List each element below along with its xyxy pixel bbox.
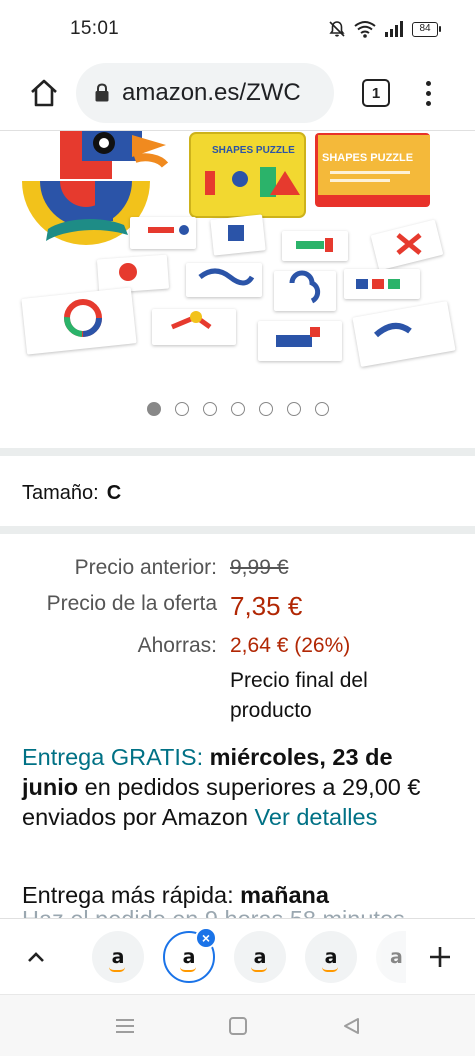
fast-delivery-label: Entrega más rápida: <box>22 882 234 908</box>
card-shapes <box>64 225 422 347</box>
tab-thumbnail-selected[interactable]: a × <box>163 927 217 983</box>
amazon-icon: a <box>179 947 196 972</box>
status-icons: 84 <box>328 20 441 38</box>
signal-icon <box>385 21 403 37</box>
recents-icon[interactable] <box>112 1013 138 1039</box>
home-icon <box>31 79 57 107</box>
free-delivery-label: Entrega GRATIS: <box>22 744 204 770</box>
previous-price: 9,99 € <box>230 556 289 579</box>
carousel-dot[interactable] <box>258 402 273 416</box>
section-divider <box>0 448 475 456</box>
wifi-icon <box>354 21 376 38</box>
url-text: amazon.es/ZWC <box>122 79 301 106</box>
savings-value: 2,64 € (26%) <box>230 634 351 657</box>
fast-delivery-date: mañana <box>240 882 329 908</box>
amazon-icon: a <box>108 947 125 972</box>
deal-price-label: Precio de la oferta <box>46 592 217 615</box>
amazon-icon: a <box>321 947 338 972</box>
status-bar: 15:01 84 <box>0 0 475 58</box>
home-button[interactable] <box>22 71 66 115</box>
close-icon[interactable]: × <box>195 927 217 949</box>
delivery-info: Entrega GRATIS: miércoles, 23 de junio e… <box>22 742 452 832</box>
size-selector[interactable]: Tamaño: C <box>22 482 121 505</box>
carousel-dot[interactable] <box>146 402 161 416</box>
battery-icon: 84 <box>412 21 441 37</box>
amazon-icon: a <box>390 945 403 968</box>
tab-switcher-icon[interactable]: 1 <box>362 79 390 107</box>
size-label: Tamaño: <box>22 482 99 504</box>
delivery-details-link[interactable]: Ver detalles <box>255 804 378 830</box>
carousel-dot[interactable] <box>314 402 329 416</box>
tab-thumbnail[interactable]: a <box>234 931 286 983</box>
back-icon[interactable] <box>338 1013 364 1039</box>
carousel-dot[interactable] <box>286 402 301 416</box>
product-image[interactable]: SHAPES PUZZLE SHAPES PUZZLE <box>0 131 475 396</box>
carousel-dots <box>0 402 475 416</box>
lock-icon <box>95 83 109 102</box>
tab-thumbnail[interactable]: a <box>92 931 144 983</box>
tab-strip: a a × a a a <box>0 918 475 994</box>
home-nav-icon[interactable] <box>225 1013 251 1039</box>
system-nav-bar <box>0 994 475 1056</box>
status-time: 15:01 <box>70 18 120 39</box>
tab-thumbnail[interactable]: a <box>305 931 357 983</box>
section-divider <box>0 526 475 534</box>
browser-toolbar: amazon.es/ZWC 1 <box>0 58 475 128</box>
carousel-dot[interactable] <box>202 402 217 416</box>
amazon-icon: a <box>250 947 267 972</box>
plus-icon[interactable] <box>426 943 454 971</box>
savings-label: Ahorras: <box>137 634 217 657</box>
more-vert-icon[interactable] <box>418 73 438 113</box>
deal-price: 7,35 € <box>230 591 303 621</box>
chevron-up-icon[interactable] <box>22 943 50 971</box>
mute-icon <box>329 21 345 37</box>
url-bar[interactable]: amazon.es/ZWC <box>76 63 334 123</box>
tab-thumbnail[interactable]: a <box>376 931 406 983</box>
previous-price-label: Precio anterior: <box>74 556 217 579</box>
final-price-note: Precio final del producto <box>230 669 368 722</box>
battery-level: 84 <box>412 21 438 37</box>
carousel-dot[interactable] <box>230 402 245 416</box>
carousel-dot[interactable] <box>174 402 189 416</box>
size-value: C <box>106 482 122 504</box>
